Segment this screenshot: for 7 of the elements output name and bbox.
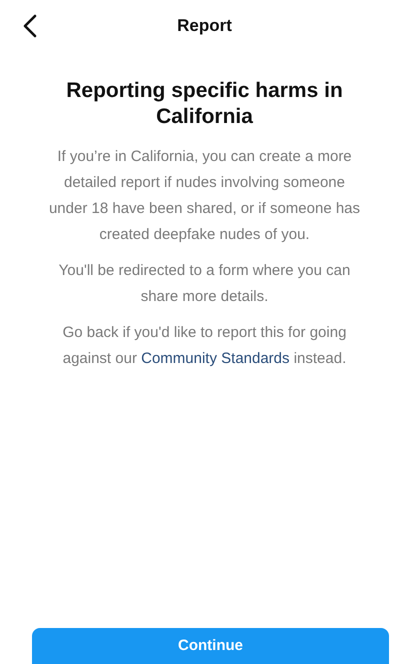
heading: Reporting specific harms in California	[65, 78, 344, 130]
back-icon[interactable]	[22, 14, 38, 38]
paragraph: You'll be redirected to a form where you can share more details.	[58, 261, 352, 307]
paragraph: If you’re in California, you can create a more detailed report if nudes involving someone under 18 have been shared, or if someone has created deepfake nudes of you.	[48, 147, 360, 245]
paragraph: Go back if you'd like to report this for going against our Community Standards instead.	[62, 323, 348, 369]
screen-title: Report	[177, 16, 232, 36]
community-standards-link[interactable]: Community Standards	[141, 350, 290, 367]
